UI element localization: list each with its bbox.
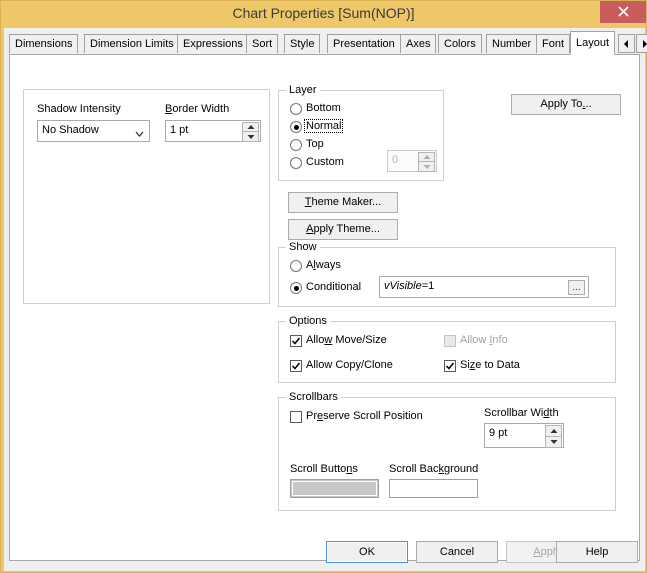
show-radio-always-label: Always [306, 259, 341, 271]
tab-presentation[interactable]: Presentation [327, 34, 401, 53]
option-allow-move-size-label: Allow Move/Size [306, 334, 387, 346]
ok-button[interactable]: OK [326, 541, 408, 563]
window-title: Chart Properties [Sum(NOP)] [1, 5, 646, 21]
option-allow-copy-clone-label: Allow Copy/Clone [306, 359, 393, 371]
tab-scroll-left-button[interactable] [618, 34, 635, 53]
scrollbar-width-field[interactable]: 9 pt [484, 423, 564, 448]
help-button[interactable]: Help [556, 541, 638, 563]
scrollbars-group: Scrollbars Preserve Scroll Position Scro… [278, 397, 616, 511]
tab-font[interactable]: Font [536, 34, 570, 53]
checkbox-indicator [444, 360, 456, 372]
check-icon [445, 361, 455, 371]
tab-dimensions[interactable]: Dimensions [9, 34, 78, 53]
options-group: Options Allow Move/Size Allow Info Allow [278, 321, 616, 383]
show-conditional-expression-value: vVisible=1 [384, 280, 434, 292]
caret-down-icon [247, 135, 254, 139]
chart-properties-dialog: Chart Properties [Sum(NOP)] Dimensions D… [0, 0, 647, 573]
show-group: Show Always Conditional vVisible=1 ... [278, 247, 616, 307]
option-allow-info-label: Allow Info [460, 334, 508, 346]
layer-radio-normal-label: Normal [305, 120, 342, 132]
scrollbars-group-title: Scrollbars [286, 391, 341, 403]
radio-indicator [290, 157, 302, 169]
check-icon [291, 336, 301, 346]
option-size-to-data-label: Size to Data [460, 359, 520, 371]
dialog-client-area: Dimensions Dimension Limits Expressions … [4, 28, 645, 571]
checkbox-indicator [290, 335, 302, 347]
scrollbar-width-spin-down[interactable] [545, 437, 562, 449]
caret-up-icon [550, 429, 557, 433]
border-width-value: 1 pt [170, 124, 188, 136]
shadow-intensity-label: Shadow Intensity [37, 103, 121, 115]
checkbox-indicator [444, 335, 456, 347]
layer-radio-custom-label: Custom [306, 156, 344, 168]
tab-sort[interactable]: Sort [246, 34, 278, 53]
layer-custom-spinner[interactable] [418, 152, 435, 172]
tab-expressions[interactable]: Expressions [177, 34, 249, 53]
scrollbar-width-label: Scrollbar Width [484, 407, 559, 419]
shadow-border-group: Shadow Intensity No Shadow Border Width … [23, 89, 270, 304]
title-bar: Chart Properties [Sum(NOP)] [1, 1, 646, 28]
layer-custom-spin-down[interactable] [418, 162, 435, 172]
scroll-background-color-swatch[interactable] [389, 479, 478, 498]
radio-indicator [290, 121, 302, 133]
layer-group-title: Layer [286, 84, 320, 96]
layer-radio-top-label: Top [306, 138, 324, 150]
tab-style[interactable]: Style [284, 34, 320, 53]
close-button[interactable] [600, 1, 646, 23]
radio-indicator [290, 282, 302, 294]
border-width-spin-down[interactable] [242, 132, 259, 142]
caret-down-icon [423, 165, 430, 169]
show-group-title: Show [286, 241, 320, 253]
show-radio-conditional-label: Conditional [306, 281, 361, 293]
scrollbar-width-value: 9 pt [489, 427, 507, 439]
swatch-inner [292, 481, 377, 496]
tab-number[interactable]: Number [486, 34, 537, 53]
radio-indicator [290, 103, 302, 115]
tab-axes[interactable]: Axes [400, 34, 436, 53]
chevron-down-icon [135, 128, 144, 140]
radio-indicator [290, 139, 302, 151]
border-width-field[interactable]: 1 pt [165, 120, 261, 142]
checkbox-indicator [290, 411, 302, 423]
scroll-buttons-color-swatch[interactable] [290, 479, 379, 498]
check-icon [291, 361, 301, 371]
caret-up-icon [423, 155, 430, 159]
swatch-inner [391, 481, 476, 496]
checkbox-indicator [290, 360, 302, 372]
scrollbar-width-spin-up[interactable] [545, 425, 562, 437]
scrollbars-preserve-scroll-position-label: Preserve Scroll Position [306, 410, 423, 422]
options-group-title: Options [286, 315, 330, 327]
theme-maker-button[interactable]: Theme Maker... [288, 192, 398, 213]
tab-strip: Dimensions Dimension Limits Expressions … [9, 31, 640, 55]
close-icon [618, 6, 629, 17]
scrollbar-width-spinner[interactable] [545, 425, 562, 448]
layer-custom-value: 0 [392, 154, 398, 166]
caret-down-icon [550, 440, 557, 444]
shadow-intensity-value: No Shadow [42, 124, 99, 136]
apply-theme-button[interactable]: Apply Theme... [288, 219, 398, 240]
shadow-intensity-select[interactable]: No Shadow [37, 120, 150, 142]
layer-group: Layer Bottom Normal Top Custom [278, 90, 444, 181]
cancel-button[interactable]: Cancel [416, 541, 498, 563]
tab-scroll-right-button[interactable] [636, 34, 647, 53]
tab-colors[interactable]: Colors [438, 34, 482, 53]
border-width-spin-up[interactable] [242, 122, 259, 132]
show-conditional-expression-field[interactable]: vVisible=1 ... [379, 276, 589, 298]
layer-radio-bottom-label: Bottom [306, 102, 341, 114]
scroll-buttons-label: Scroll Buttons [290, 463, 358, 475]
apply-to-button[interactable]: Apply To... [511, 94, 621, 115]
show-conditional-expression-browse-button[interactable]: ... [568, 280, 585, 295]
layout-tab-page: Shadow Intensity No Shadow Border Width … [9, 54, 640, 561]
layer-custom-field[interactable]: 0 [387, 150, 437, 172]
chevron-right-icon [641, 40, 647, 48]
border-width-label: Border Width [165, 103, 229, 115]
scroll-background-label: Scroll Background [389, 463, 478, 475]
tab-dimension-limits[interactable]: Dimension Limits [84, 34, 180, 53]
border-width-spinner[interactable] [242, 122, 259, 142]
layer-custom-spin-up[interactable] [418, 152, 435, 162]
caret-up-icon [247, 125, 254, 129]
chevron-left-icon [623, 40, 630, 48]
radio-indicator [290, 260, 302, 272]
tab-layout[interactable]: Layout [570, 31, 615, 55]
